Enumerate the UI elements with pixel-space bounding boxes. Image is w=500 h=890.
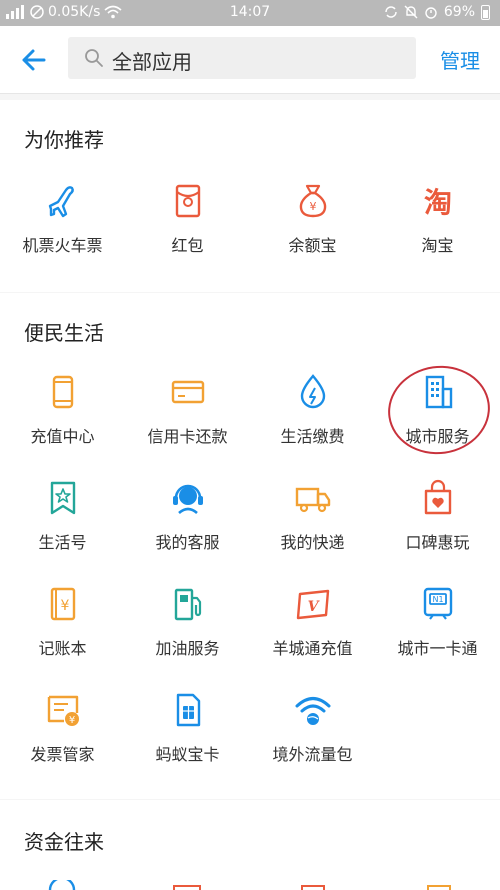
app-label: 生活缴费	[280, 427, 345, 446]
battery-percent: 69%	[443, 4, 475, 20]
app-ant-card[interactable]: 蚂蚁宝卡	[125, 691, 250, 765]
app-my-express[interactable]: 我的快递	[250, 479, 375, 553]
app-label: 记账本	[38, 639, 87, 658]
alarm-icon	[425, 7, 437, 19]
star-badge-icon	[50, 481, 75, 515]
app-yuebao[interactable]: ¥ 余额宝	[250, 182, 375, 256]
section-title: 资金往来	[24, 830, 104, 854]
alarm-off-icon	[404, 5, 418, 19]
red-envelope-icon	[175, 184, 200, 218]
app-red-envelope[interactable]: 红包	[125, 182, 250, 256]
section-funds: 资金往来	[0, 800, 500, 890]
utility-drop-icon	[300, 374, 325, 409]
search-input[interactable]: 全部应用	[68, 37, 416, 79]
phone-icon	[52, 375, 73, 409]
app-label: 发票管家	[30, 745, 95, 764]
ledger-icon: ¥	[50, 587, 75, 621]
search-icon	[85, 49, 103, 67]
headset-icon	[172, 484, 203, 515]
back-arrow-icon	[22, 49, 46, 71]
city-card-icon: N1	[423, 587, 452, 620]
section-title: 便民生活	[24, 321, 104, 345]
app-label: 城市一卡通	[397, 639, 478, 658]
app-taobao[interactable]: 淘 淘宝	[375, 182, 500, 256]
app-label: 信用卡还款	[147, 427, 228, 446]
back-button[interactable]	[14, 42, 54, 78]
app-fuel-service[interactable]: 加油服务	[125, 585, 250, 659]
battery-icon	[481, 4, 490, 20]
app-label: 我的快递	[280, 533, 345, 552]
app-yangchengtong[interactable]: V 羊城通充值	[250, 585, 375, 659]
app-label: 红包	[171, 236, 204, 255]
svg-text:¥: ¥	[68, 715, 74, 726]
app-label: 我的客服	[155, 533, 220, 552]
app-flight-train[interactable]: 机票火车票	[0, 182, 125, 256]
invoice-icon: ¥	[47, 695, 79, 726]
app-recharge-center[interactable]: 充值中心	[0, 373, 125, 447]
svg-text:N1: N1	[432, 595, 443, 604]
app-life-account[interactable]: 生活号	[0, 479, 125, 553]
app-label: 淘宝	[421, 236, 454, 255]
app-label: 生活号	[38, 533, 87, 552]
app-customer-service[interactable]: 我的客服	[125, 479, 250, 553]
section-title: 为你推荐	[24, 128, 104, 152]
partial-icon-row	[48, 880, 451, 890]
app-label: 蚂蚁宝卡	[155, 745, 220, 764]
status-bar: 0.05K/s 14:07 69%	[0, 0, 500, 26]
app-label: 境外流量包	[272, 745, 353, 764]
wifi-globe-icon	[295, 697, 330, 725]
sync-icon	[385, 6, 397, 18]
app-utility-payment[interactable]: 生活缴费	[250, 373, 375, 447]
svg-text:V: V	[307, 599, 320, 615]
app-credit-card[interactable]: 信用卡还款	[125, 373, 250, 447]
shopping-bag-icon	[424, 479, 451, 515]
app-label: 机票火车票	[22, 236, 103, 255]
section-recommended: 为你推荐 机票火车票 红包 ¥ 余额宝 淘 淘宝	[0, 100, 500, 292]
app-overseas-data[interactable]: 境外流量包	[250, 691, 375, 765]
card-v-icon: V	[296, 589, 329, 620]
svg-text:¥: ¥	[309, 200, 316, 213]
airplane-icon	[48, 186, 74, 218]
truck-icon	[295, 487, 330, 513]
app-label: 加油服务	[155, 639, 220, 658]
app-label: 口碑惠玩	[405, 533, 470, 552]
manage-button[interactable]: 管理	[440, 45, 480, 74]
app-bar: 全部应用 管理	[0, 26, 500, 94]
money-bag-icon: ¥	[299, 184, 326, 218]
fuel-pump-icon	[174, 588, 201, 621]
app-label: 羊城通充值	[272, 639, 353, 658]
app-label: 充值中心	[30, 427, 95, 446]
sim-card-icon	[176, 693, 200, 727]
app-koubei[interactable]: 口碑惠玩	[375, 479, 500, 553]
app-city-card[interactable]: N1 城市一卡通	[375, 585, 500, 659]
app-label: 余额宝	[288, 236, 337, 255]
app-ledger[interactable]: ¥ 记账本	[0, 585, 125, 659]
credit-card-icon	[171, 380, 204, 404]
svg-text:¥: ¥	[60, 598, 69, 614]
search-text: 全部应用	[112, 50, 192, 74]
status-right: 69%	[384, 4, 490, 20]
taobao-icon: 淘	[423, 186, 451, 219]
svg-text:淘: 淘	[423, 186, 451, 219]
app-invoice-manager[interactable]: ¥ 发票管家	[0, 691, 125, 765]
